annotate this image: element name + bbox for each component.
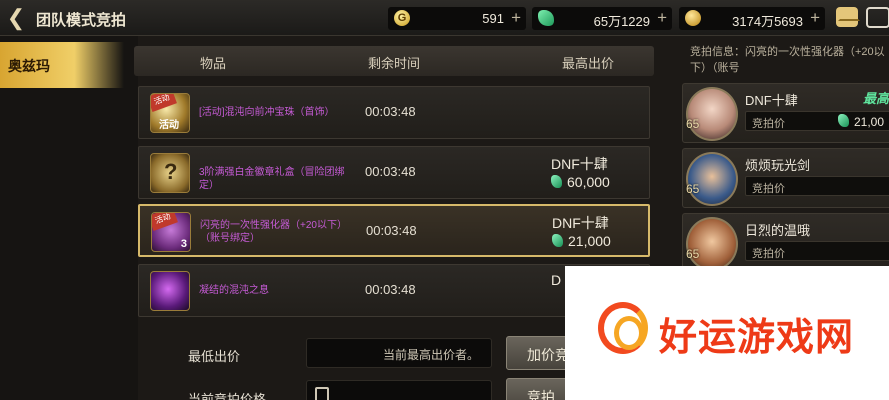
- auction-info: 竞拍信息：闪亮的一次性强化器（+20以下）（账号: [690, 46, 885, 74]
- gem-icon: [551, 175, 562, 188]
- bid-label: 竞拍价: [752, 248, 785, 260]
- table-row[interactable]: ? 3阶满强白金徽章礼盒（冒险团绑定） 00:03:48 DNF十肆 60,00…: [138, 146, 650, 199]
- watermark-logo-icon: [598, 302, 648, 354]
- gold-medal-icon: [685, 10, 701, 26]
- bid-price-input[interactable]: [306, 380, 492, 400]
- player-level: 65: [686, 247, 700, 261]
- sidebar-item-ozma[interactable]: 奥兹玛: [0, 42, 124, 88]
- event-ribbon: 活动: [152, 213, 178, 231]
- bid-label: 竞拍价: [752, 118, 785, 130]
- item-name: 闪亮的一次性强化器（+20以下）（账号绑定）: [200, 220, 347, 244]
- bid-label: 竞拍价: [752, 183, 785, 195]
- mailbox-icon[interactable]: [836, 7, 860, 27]
- column-header-bid: 最高出价: [562, 56, 615, 71]
- bid-box: 竞拍价: [745, 176, 889, 196]
- item-giftbox-icon: ?: [150, 153, 190, 193]
- add-gem-button[interactable]: +: [657, 8, 667, 28]
- min-bid-label: 最低出价: [188, 349, 241, 364]
- highest-bid-tag: 最高: [863, 91, 889, 106]
- remaining-time: 00:03:48: [366, 223, 417, 238]
- watermark-overlay: 好运游戏网: [565, 266, 889, 400]
- medal-value: 3174万5693: [732, 14, 803, 29]
- top-bidder-name: DNF十肆: [551, 156, 608, 172]
- avatar: [686, 152, 738, 206]
- avatar: [686, 87, 738, 141]
- bid-value: 21,00: [838, 114, 884, 129]
- watermark-text: 好运游戏网: [659, 317, 855, 359]
- bidder-name: 烦烦玩光剑: [745, 158, 811, 173]
- question-mark-icon: ?: [164, 159, 178, 184]
- bid-box: 竞拍价: [745, 241, 889, 261]
- item-name: [活动]混沌向前冲宝珠（首饰）: [199, 107, 335, 118]
- table-row[interactable]: 活动 活动 [活动]混沌向前冲宝珠（首饰） 00:03:48: [138, 86, 650, 139]
- avatar: [686, 217, 738, 271]
- remaining-time: 00:03:48: [365, 282, 416, 297]
- item-quantity: 3: [180, 238, 187, 250]
- player-level: 65: [686, 117, 700, 131]
- gem-counter: 65万1229 +: [532, 7, 672, 30]
- mail-icon[interactable]: [866, 7, 889, 28]
- sidebar: [0, 36, 138, 400]
- player-level: 65: [686, 182, 700, 196]
- gem-value: 65万1229: [593, 14, 650, 29]
- min-bid-value: 当前最高出价者。: [382, 348, 479, 362]
- item-orb-text: 活动: [159, 120, 179, 131]
- bidder-card[interactable]: 65 烦烦玩光剑 竞拍价: [682, 148, 889, 208]
- remaining-time: 00:03:48: [365, 104, 416, 119]
- event-ribbon: 活动: [151, 94, 177, 112]
- bidder-card[interactable]: 65 日烈的温哦 竞拍价: [682, 213, 889, 273]
- item-name: 凝结的混沌之息: [199, 285, 269, 296]
- medal-counter: 3174万5693 +: [679, 7, 825, 30]
- item-enhancer-icon: 活动 3: [151, 212, 191, 252]
- bid-box: 竞拍价 21,00: [745, 111, 889, 131]
- page-title: 团队模式竞拍: [36, 12, 127, 29]
- current-bid-label: 当前竞拍价格: [188, 392, 267, 400]
- bidder-card[interactable]: 65 DNF十肆 最高 竞拍价 21,00: [682, 83, 889, 143]
- item-name: 3阶满强白金徽章礼盒（冒险团绑定）: [199, 167, 345, 191]
- gem-icon: [838, 114, 849, 127]
- back-arrow-icon[interactable]: ❮: [4, 6, 28, 30]
- gold-coin-value: 591: [482, 11, 504, 26]
- add-gold-button[interactable]: +: [511, 8, 521, 28]
- top-bidder-name: D: [551, 272, 562, 288]
- top-bid-value: 60,000: [551, 174, 610, 190]
- top-bidder-name: DNF十肆: [552, 215, 609, 231]
- table-row-selected[interactable]: 活动 3 闪亮的一次性强化器（+20以下）（账号绑定） 00:03:48 DNF…: [138, 204, 650, 257]
- gem-icon: [552, 234, 563, 247]
- calculator-icon[interactable]: [315, 387, 329, 400]
- column-header-time: 剩余时间: [368, 56, 421, 71]
- remaining-time: 00:03:48: [365, 164, 416, 179]
- add-medal-button[interactable]: +: [810, 8, 820, 28]
- bidder-name: DNF十肆: [745, 93, 798, 108]
- min-bid-display: 当前最高出价者。: [306, 338, 492, 368]
- gold-coin-counter: G 591 +: [388, 7, 526, 30]
- gold-coin-icon: G: [394, 10, 410, 26]
- item-orb-icon: 活动 活动: [150, 93, 190, 133]
- top-bid-value: 21,000: [552, 233, 611, 249]
- bidder-name: 日烈的温哦: [745, 223, 811, 238]
- item-chaos-breath-icon: [150, 271, 190, 311]
- column-header-item: 物品: [200, 56, 227, 71]
- green-gem-icon: [538, 10, 554, 26]
- table-header: 物品 剩余时间 最高出价: [134, 46, 654, 76]
